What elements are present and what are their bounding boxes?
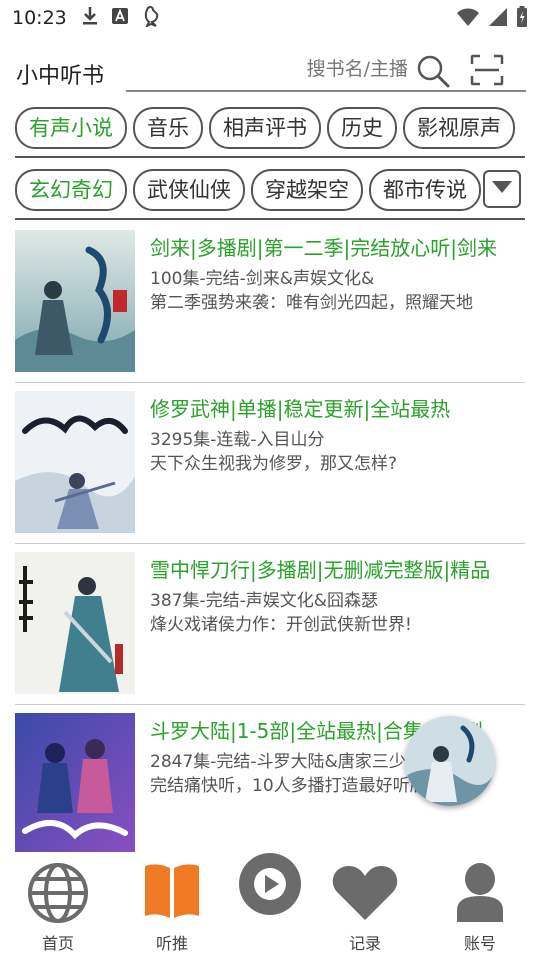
signal-icon [488, 7, 508, 31]
scan-icon[interactable] [470, 54, 504, 90]
book-description: 第二季强势来袭：唯有剑光四起，照耀天地 [150, 293, 473, 313]
header: 小中听书 [0, 48, 540, 96]
nav-label: 记录 [348, 934, 381, 953]
play-icon [238, 852, 302, 920]
subcategory-tab[interactable]: 都市传说 [369, 169, 481, 211]
subcategory-tab[interactable]: 玄幻奇幻 [15, 169, 127, 211]
book-cover [15, 552, 135, 694]
nav-account[interactable]: 账号 [430, 852, 530, 960]
status-bar: 10:23 [0, 0, 540, 36]
user-icon [457, 862, 503, 926]
category-tab[interactable]: 历史 [327, 107, 397, 149]
heart-icon [332, 864, 398, 926]
app-title: 小中听书 [16, 64, 105, 89]
subcategory-tab[interactable]: 武侠仙侠 [133, 169, 245, 211]
nav-label: 账号 [463, 934, 496, 953]
book-cover [15, 230, 135, 372]
subcategory-tab[interactable]: 穿越架空 [251, 169, 363, 211]
category-tab[interactable]: 相声评书 [209, 107, 321, 149]
floating-player-cover[interactable] [405, 716, 495, 806]
category-tab[interactable]: 影视原声 [403, 107, 515, 149]
nav-home[interactable]: 首页 [8, 852, 108, 960]
book-list-item[interactable]: 修罗武神|单播|稳定更新|全站最热 3295集-连载-入目山分 天下众生视我为修… [15, 383, 525, 544]
book-description: 烽火戏诸侯力作：开创武侠新世界! [150, 615, 412, 635]
expand-subcategories-button[interactable] [483, 170, 521, 208]
category-tab[interactable]: 音乐 [133, 107, 203, 149]
book-list-item[interactable]: 剑来|多播剧|第一二季|完结放心听|剑来 100集-完结-剑来&声娱文化& 第二… [15, 222, 525, 383]
bottom-navigation: 首页 听推 记录 账号 [0, 852, 540, 960]
book-title: 雪中悍刀行|多播剧|无删减完整版|精品 [150, 558, 491, 582]
status-time: 10:23 [12, 7, 67, 29]
nav-recommend[interactable]: 听推 [122, 852, 222, 960]
book-description: 天下众生视我为修罗，那又怎样? [150, 454, 398, 474]
download-icon [81, 6, 99, 30]
nav-label: 首页 [41, 934, 74, 953]
globe-icon [27, 862, 89, 928]
book-meta: 100集-完结-剑来&声娱文化& [150, 269, 375, 289]
wifi-icon [456, 7, 480, 31]
search-bar[interactable] [126, 48, 526, 92]
nav-history[interactable]: 记录 [315, 852, 415, 960]
book-cover [15, 391, 135, 533]
app-notification-icon [111, 7, 129, 29]
search-icon[interactable] [416, 54, 450, 92]
book-title: 修罗武神|单播|稳定更新|全站最热 [150, 397, 451, 421]
nav-play[interactable] [220, 852, 320, 960]
search-input[interactable] [188, 58, 408, 80]
book-title: 剑来|多播剧|第一二季|完结放心听|剑来 [150, 236, 497, 260]
book-cover [15, 713, 135, 852]
nav-label: 听推 [155, 934, 188, 953]
category-tab[interactable]: 有声小说 [15, 107, 127, 149]
bird-icon [141, 5, 161, 31]
book-meta: 3295集-连载-入目山分 [150, 430, 325, 450]
subcategory-tabs: 玄幻奇幻 武侠仙侠 穿越架空 都市传说 [15, 158, 525, 220]
category-tabs: 有声小说 音乐 相声评书 历史 影视原声 [15, 96, 525, 158]
book-open-icon [143, 862, 201, 926]
battery-icon [516, 6, 528, 32]
book-list-item[interactable]: 雪中悍刀行|多播剧|无删减完整版|精品 387集-完结-声娱文化&囧森瑟 烽火戏… [15, 544, 525, 705]
book-meta: 387集-完结-声娱文化&囧森瑟 [150, 591, 378, 611]
triangle-down-icon [490, 179, 514, 199]
